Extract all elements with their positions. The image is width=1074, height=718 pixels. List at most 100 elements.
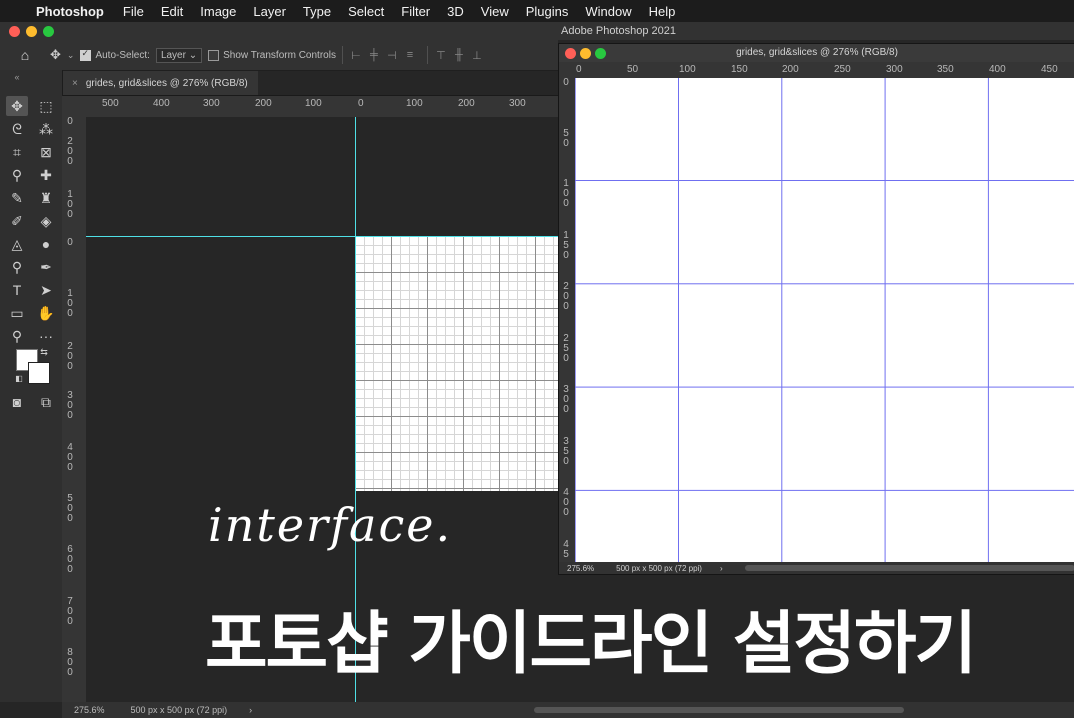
align-left-icon[interactable]: ⊢ <box>349 49 363 62</box>
pen-tool-icon[interactable]: ✒ <box>35 257 57 277</box>
window2-zoom-level[interactable]: 275.6% <box>567 564 594 573</box>
ruler-label: 0 <box>67 117 73 127</box>
ruler-label: 0 <box>358 98 364 109</box>
default-colors-icon[interactable]: ◧ <box>14 374 24 384</box>
ruler-label: 2 5 0 <box>563 333 569 364</box>
ruler-label: 1 0 0 <box>67 288 73 319</box>
ruler-label: 2 0 0 <box>67 136 73 167</box>
window2-vertical-ruler: 0 5 0 1 0 0 1 5 0 2 0 0 2 5 0 3 0 0 3 5 … <box>559 78 575 562</box>
align-center-icon[interactable]: ╪ <box>367 49 381 61</box>
window2-horizontal-scrollbar[interactable] <box>745 565 1074 571</box>
ruler-label: 4 5 <box>563 539 569 560</box>
move-tool-preset-icon[interactable]: ✥ <box>50 47 61 63</box>
window2-title-bar: grides, grid&slices @ 276% (RGB/8) <box>559 44 1074 62</box>
rectangle-tool-icon[interactable]: ▭ <box>6 303 28 323</box>
menu-3d[interactable]: 3D <box>447 4 464 19</box>
window2-horizontal-ruler: 0 50 100 150 200 250 300 350 400 450 <box>575 62 1074 78</box>
distribute-icon[interactable]: ≡ <box>403 49 417 61</box>
background-color-swatch[interactable] <box>28 362 50 384</box>
window2-title: grides, grid&slices @ 276% (RGB/8) <box>736 47 898 58</box>
quick-mask-icon[interactable]: ◙ <box>6 392 28 412</box>
horizontal-guide[interactable] <box>86 236 558 237</box>
separator <box>426 46 428 64</box>
menu-filter[interactable]: Filter <box>401 4 430 19</box>
menu-view[interactable]: View <box>481 4 509 19</box>
horizontal-ruler: 500 400 300 200 100 0 100 200 300 <box>62 96 558 117</box>
ruler-label: 3 0 0 <box>563 384 569 415</box>
status-menu-arrow[interactable]: › <box>249 705 252 715</box>
document-canvas[interactable] <box>355 236 558 491</box>
floating-document-window: grides, grid&slices @ 276% (RGB/8) 0 50 … <box>558 43 1074 575</box>
window2-status-bar: 275.6% 500 px x 500 px (72 ppi) › <box>559 562 1074 574</box>
auto-select-dropdown[interactable]: Layer ⌄ <box>155 47 203 63</box>
zoom-tool-icon[interactable]: ⚲ <box>6 326 28 346</box>
menu-plugins[interactable]: Plugins <box>526 4 569 19</box>
crop-tool-icon[interactable]: ⌗ <box>6 142 28 162</box>
marquee-tool-icon[interactable]: ⬚ <box>35 96 57 116</box>
swap-colors-icon[interactable]: ⇆ <box>38 346 50 358</box>
ruler-label: 350 <box>937 64 954 75</box>
show-transform-checkbox[interactable] <box>208 49 220 61</box>
align-middle-icon[interactable]: ╫ <box>452 49 466 61</box>
menu-select[interactable]: Select <box>348 4 384 19</box>
align-bottom-icon[interactable]: ⊥ <box>470 49 484 62</box>
collapse-panel-icon[interactable]: « <box>6 72 28 82</box>
zoom-level[interactable]: 275.6% <box>74 705 105 715</box>
menu-help[interactable]: Help <box>649 4 676 19</box>
vertical-ruler: 0 2 0 0 1 0 0 0 1 0 0 2 0 0 3 0 0 4 0 0 … <box>62 117 86 702</box>
window2-status-menu-arrow[interactable]: › <box>720 564 723 573</box>
lasso-tool-icon[interactable]: ᘓ <box>6 119 28 139</box>
eraser-tool-icon[interactable]: ◈ <box>35 211 57 231</box>
frame-tool-icon[interactable]: ⊠ <box>35 142 57 162</box>
minimize-window-button[interactable] <box>26 26 37 37</box>
type-tool-icon[interactable]: T <box>6 280 28 300</box>
ruler-label: 5 0 <box>563 128 569 149</box>
hand-tool-icon[interactable]: ✋ <box>35 303 57 323</box>
menu-window[interactable]: Window <box>585 4 631 19</box>
move-tool-icon[interactable]: ✥ <box>6 96 28 116</box>
close-window-button[interactable] <box>9 26 20 37</box>
align-right-icon[interactable]: ⊣ <box>385 49 399 62</box>
separator <box>341 46 343 64</box>
blur-tool-icon[interactable]: ● <box>35 234 57 254</box>
healing-brush-icon[interactable]: ✚ <box>35 165 57 185</box>
auto-select-value: Layer <box>160 49 186 61</box>
quick-select-tool-icon[interactable]: ⁂ <box>35 119 57 139</box>
auto-select-checkbox[interactable] <box>80 48 92 61</box>
ruler-label: 3 0 0 <box>67 390 73 421</box>
menu-type[interactable]: Type <box>303 4 331 19</box>
document-tab[interactable]: × grides, grid&slices @ 276% (RGB/8) <box>62 71 258 95</box>
window2-document-canvas[interactable] <box>575 78 1074 562</box>
paint-bucket-icon[interactable]: ◬ <box>6 234 28 254</box>
ruler-label: 8 0 0 <box>67 647 73 678</box>
screen-mode-icon[interactable]: ⧉ <box>35 392 57 412</box>
close-tab-icon[interactable]: × <box>72 78 78 89</box>
more-tools-icon[interactable]: ··· <box>35 326 57 346</box>
eyedropper-tool-icon[interactable]: ⚲ <box>6 165 28 185</box>
history-brush-icon[interactable]: ✐ <box>6 211 28 231</box>
headline-title: 포토샵 가이드라인 설정하기 <box>205 605 977 684</box>
ruler-label: 450 <box>1041 64 1058 75</box>
menu-edit[interactable]: Edit <box>161 4 183 19</box>
dodge-tool-icon[interactable]: ⚲ <box>6 257 28 277</box>
ruler-label: 50 <box>627 64 639 75</box>
menu-image[interactable]: Image <box>200 4 236 19</box>
document-tab-title: grides, grid&slices @ 276% (RGB/8) <box>85 77 248 89</box>
chevron-down-icon[interactable]: ⌄ <box>67 50 75 61</box>
brush-tool-icon[interactable]: ✎ <box>6 188 28 208</box>
ruler-label: 0 <box>563 78 569 88</box>
align-top-icon[interactable]: ⊤ <box>434 49 448 62</box>
ruler-label: 500 <box>102 98 119 109</box>
ruler-label: 200 <box>458 98 475 109</box>
zoom-window-button[interactable] <box>43 26 54 37</box>
menu-layer[interactable]: Layer <box>253 4 286 19</box>
ruler-label: 250 <box>834 64 851 75</box>
home-icon[interactable]: ⌂ <box>0 47 50 63</box>
menu-app-name[interactable]: Photoshop <box>36 4 104 19</box>
path-select-icon[interactable]: ➤ <box>35 280 57 300</box>
ruler-label: 100 <box>406 98 423 109</box>
window2-doc-size: 500 px x 500 px (72 ppi) <box>616 563 702 573</box>
horizontal-scrollbar[interactable] <box>534 707 904 713</box>
stamp-tool-icon[interactable]: ♜ <box>35 188 57 208</box>
menu-file[interactable]: File <box>123 4 144 19</box>
